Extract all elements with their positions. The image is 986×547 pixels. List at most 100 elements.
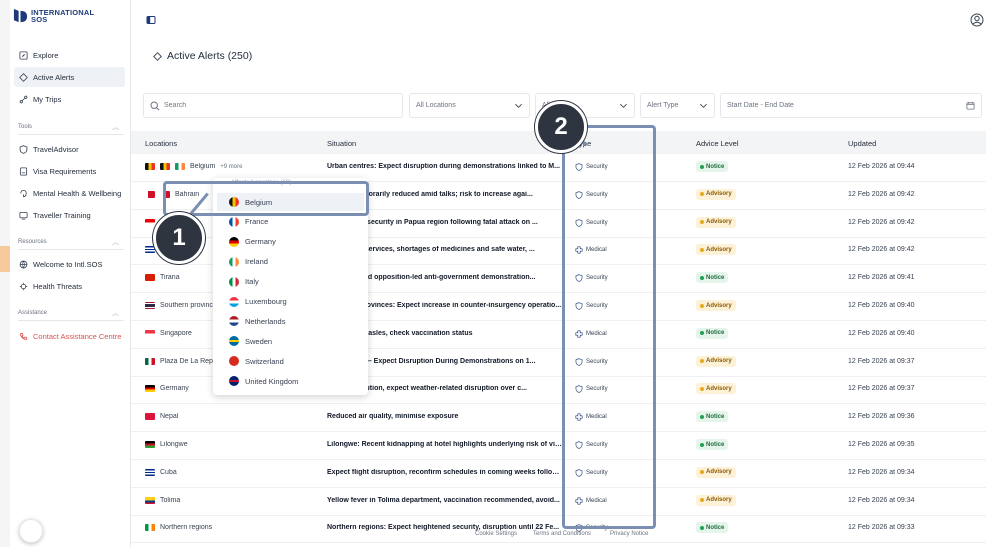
dropdown-item-luxembourg[interactable]: Luxembourg (217, 293, 364, 311)
flag-icon (229, 376, 239, 387)
chevron-up-icon[interactable]: ︿ (112, 237, 119, 247)
sidebar-item-traveladvisor[interactable]: TravelAdvisor (14, 139, 125, 159)
location-name: Southern provinces (160, 302, 221, 309)
sidebar-item-my-trips[interactable]: My Trips (14, 89, 125, 109)
sidebar-item-contact-assistance[interactable]: Contact Assistance Centre (14, 326, 125, 346)
callout-badge-2: 2 (535, 101, 587, 153)
situation-cell[interactable]: Reduced air quality, minimise exposure (327, 413, 562, 420)
more-locations-link[interactable]: +9 more (220, 164, 242, 170)
dropdown-item-netherlands[interactable]: Netherlands (217, 312, 364, 330)
advice-level-label: Advisory (706, 246, 732, 253)
updated-cell: 12 Feb 2026 at 09:34 (848, 496, 915, 504)
situation-cell[interactable]: Yellow fever in Tolima department, vacci… (327, 497, 562, 504)
sidebar-item-mental-health[interactable]: Mental Health & Wellbeing (14, 183, 125, 203)
date-range-input[interactable]: Start Date - End Date (720, 93, 982, 118)
flag-icon (145, 441, 155, 448)
updated-cell: 12 Feb 2026 at 09:37 (848, 385, 915, 393)
sidebar-item-explore[interactable]: Explore (14, 45, 125, 65)
advice-level-badge: Advisory (696, 244, 736, 256)
flag-icon (229, 356, 239, 367)
column-header-situation[interactable]: Situation (327, 139, 356, 148)
chevron-up-icon[interactable]: ︿ (112, 122, 119, 132)
callout-box-2 (562, 125, 656, 529)
sidebar-item-traveller-training[interactable]: Traveller Training (14, 205, 125, 225)
advice-level-badge: Notice (696, 272, 729, 284)
advice-level-badge: Advisory (696, 300, 736, 311)
dropdown-item-label: France (245, 217, 269, 227)
status-dot-icon (700, 247, 704, 252)
passport-icon (19, 166, 28, 176)
location-cell: Northern regions (145, 524, 315, 532)
dropdown-item-switzerland[interactable]: Switzerland (217, 352, 364, 370)
sidebar-item-label: Traveller Training (33, 210, 91, 220)
updated-cell: 12 Feb 2026 at 09:37 (848, 357, 915, 365)
chevron-up-icon[interactable]: ︿ (112, 308, 119, 318)
calendar-icon (966, 101, 975, 110)
flag-icon (145, 357, 155, 365)
search-icon (150, 100, 160, 111)
logo[interactable]: INTERNATIONAL SOS (13, 8, 94, 23)
column-header-advice-level[interactable]: Advice Level (696, 139, 739, 148)
column-header-updated[interactable]: Updated (848, 139, 876, 148)
help-chat-button[interactable] (19, 519, 43, 543)
situation-cell[interactable]: Urban centres: Expect disruption during … (327, 163, 562, 170)
sidebar-collapse-icon[interactable] (146, 15, 156, 25)
dropdown-item-sweden[interactable]: Sweden (217, 332, 364, 350)
status-dot-icon (700, 192, 704, 197)
section-label-resources: Resources (18, 239, 47, 245)
column-header-locations[interactable]: Locations (145, 139, 177, 148)
table-row[interactable]: Cuba Expect flight disruption, reconfirm … (131, 460, 986, 488)
divider (18, 134, 124, 135)
alert-type-select[interactable]: Alert Type (640, 93, 715, 118)
advice-level-label: Advisory (706, 302, 732, 309)
footer-terms-link[interactable]: Terms and Conditions (533, 531, 591, 537)
location-cell: Belgium +9 more (145, 163, 315, 170)
locations-select[interactable]: All Locations (409, 93, 530, 118)
flag-icon (160, 163, 170, 170)
dropdown-item-germany[interactable]: Germany (217, 233, 364, 251)
sidebar-item-active-alerts[interactable]: Active Alerts (14, 67, 125, 87)
sidebar-item-label: TravelAdvisor (33, 144, 79, 154)
flag-icon (175, 163, 185, 170)
dropdown-item-united-kingdom[interactable]: United Kingdom (217, 372, 364, 390)
profile-icon[interactable] (970, 13, 984, 27)
flag-icon (229, 276, 239, 287)
table-row[interactable]: Northern regions Northern regions: Expect… (131, 515, 986, 544)
location-name: Northern regions (160, 524, 213, 532)
brain-icon (20, 189, 27, 197)
flag-icon (145, 190, 155, 198)
updated-cell: 12 Feb 2026 at 09:42 (848, 190, 915, 198)
table-row[interactable]: Lilongwe Lilongwe: Recent kidnapping at h… (131, 432, 986, 460)
location-name: Cuba (160, 468, 177, 476)
status-dot-icon (700, 331, 704, 336)
advice-level-badge: Notice (696, 327, 729, 339)
dropdown-item-label: Germany (245, 237, 276, 247)
footer-cookie-link[interactable]: Cookie Settings (475, 531, 517, 537)
advice-level-badge: Notice (696, 161, 729, 172)
advice-level-label: Advisory (706, 469, 732, 476)
dropdown-item-ireland[interactable]: Ireland (217, 253, 364, 271)
flag-icon (229, 216, 239, 227)
sidebar-item-welcome[interactable]: Welcome to Intl.SOS (14, 254, 125, 274)
table-row[interactable]: Tolima Yellow fever in Tolima department,… (131, 488, 986, 516)
dropdown-item-label: Switzerland (245, 356, 284, 366)
footer-privacy-link[interactable]: Privacy Notice (610, 531, 648, 537)
sidebar-item-visa-requirements[interactable]: Visa Requirements (14, 161, 125, 181)
situation-cell[interactable]: Lilongwe: Recent kidnapping at hotel hig… (327, 441, 562, 448)
sidebar-item-health-threats[interactable]: Health Threats (14, 276, 125, 296)
search-box[interactable] (143, 93, 403, 118)
table-row[interactable]: Nepal Reduced air quality, minimise expos… (131, 404, 986, 433)
location-name: Tirana (160, 274, 180, 282)
flag-icon (145, 468, 155, 476)
search-input[interactable] (164, 102, 364, 109)
status-dot-icon (700, 498, 704, 503)
advice-level-label: Advisory (706, 219, 732, 226)
situation-cell[interactable]: Expect flight disruption, reconfirm sche… (327, 469, 562, 476)
status-dot-icon (700, 525, 704, 530)
situation-cell[interactable]: Northern regions: Expect heightened secu… (327, 524, 562, 531)
logo-mark-icon (13, 8, 28, 23)
flag-icon (145, 163, 155, 170)
flag-icon (229, 256, 239, 267)
flag-icon (229, 236, 239, 247)
dropdown-item-italy[interactable]: Italy (217, 273, 364, 291)
